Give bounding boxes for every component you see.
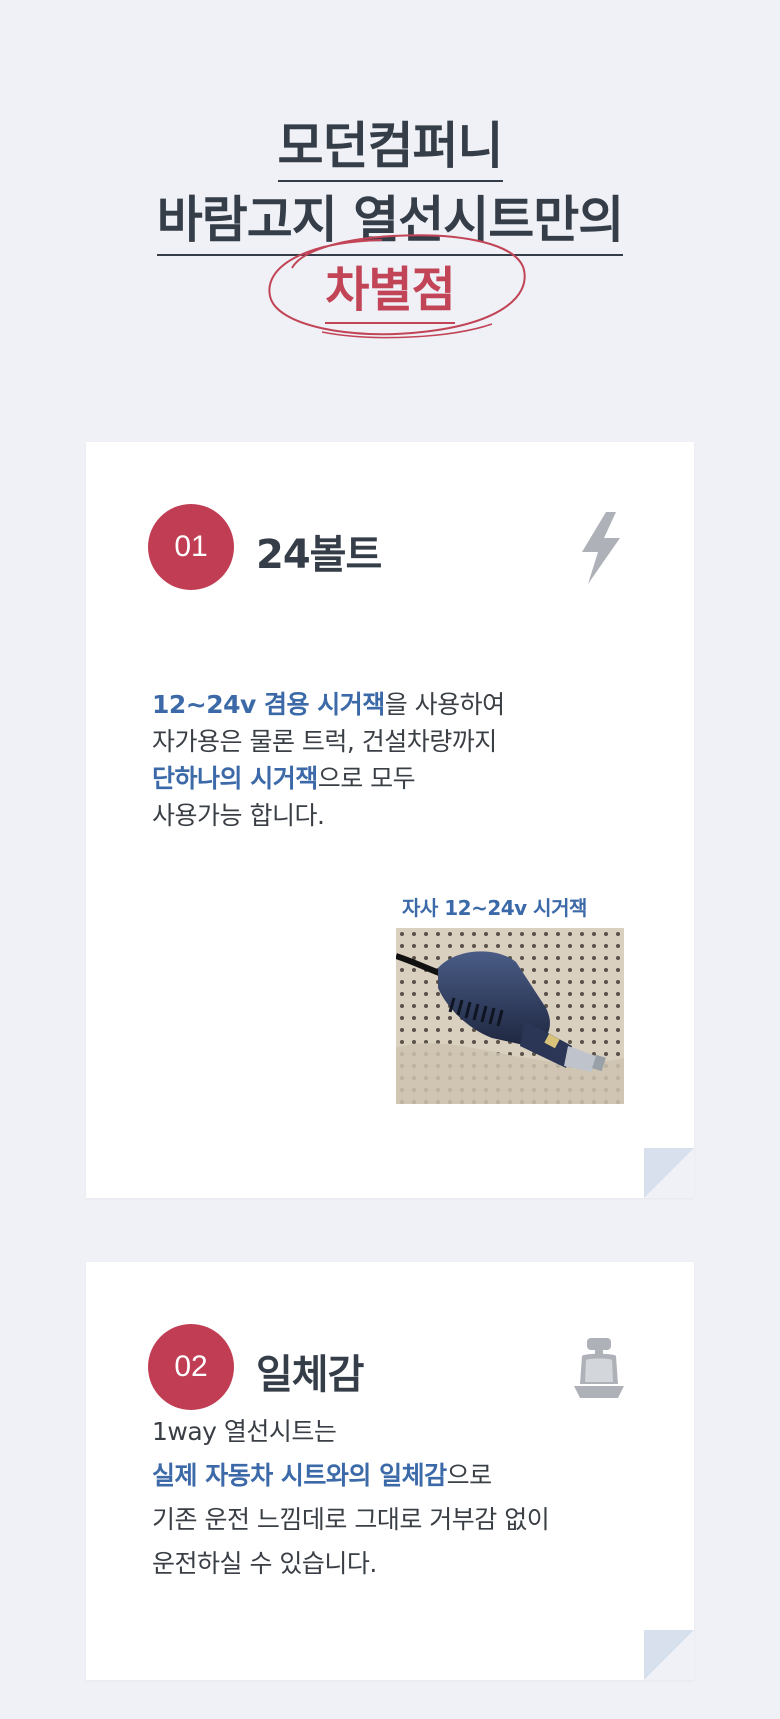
feature-card-24volt: 01 24볼트 12~24v 겸용 시거잭을 사용하여 자가용은 물론 트럭, …	[86, 442, 694, 1198]
feature-description: 12~24v 겸용 시거잭을 사용하여 자가용은 물론 트럭, 건설차량까지 단…	[152, 690, 505, 830]
feature-title: 일체감	[256, 1352, 364, 1398]
highlight-text: 12~24v 겸용 시거잭	[152, 690, 385, 719]
feature-number-badge: 01	[148, 504, 234, 590]
page-fold-corner	[644, 1148, 694, 1198]
hero-section: 모던컴퍼니 바람고지 열선시트만의 차별점	[0, 0, 780, 360]
feature-title: 24볼트	[256, 532, 382, 578]
hero-title-line1: 모던컴퍼니	[0, 106, 780, 182]
feature-description: 1way 열선시트는 실제 자동차 시트와의 일체감으로 기존 운전 느낌데로 …	[152, 1417, 550, 1578]
car-seat-icon	[574, 1338, 624, 1398]
feature-number-badge: 02	[148, 1324, 234, 1410]
highlight-text: 실제 자동차 시트와의 일체감	[152, 1461, 447, 1490]
page-fold-corner	[644, 1630, 694, 1680]
photo-caption: 자사 12~24v 시거잭	[402, 896, 587, 920]
cigarette-charger-photo	[396, 928, 624, 1104]
feature-card-integration: 02 일체감 1way 열선시트는 실제 자동차 시트와의 일체감으로 기존 운…	[86, 1262, 694, 1680]
lightning-icon	[582, 512, 620, 584]
highlight-text: 단하나의 시거잭	[152, 764, 318, 793]
hero-title-highlight: 차별점	[0, 250, 780, 324]
